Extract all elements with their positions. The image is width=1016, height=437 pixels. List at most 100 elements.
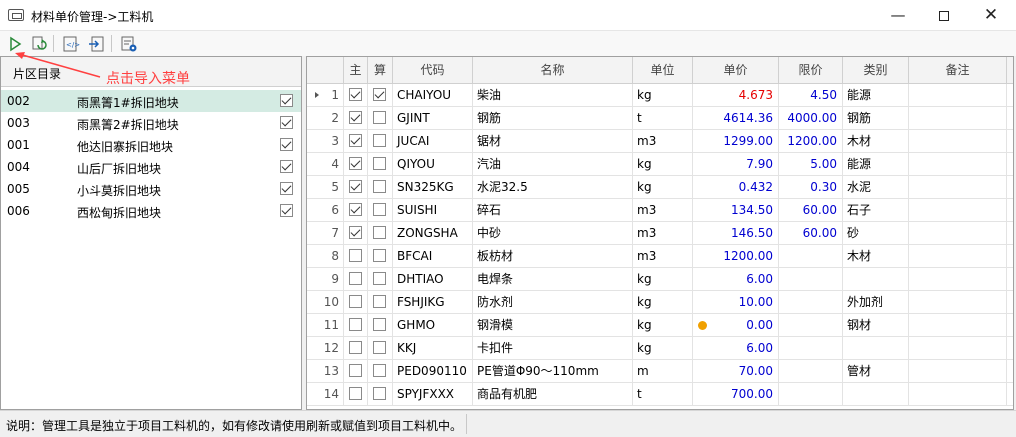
import-icon: </> (63, 36, 80, 52)
main-checkbox-cell[interactable] (344, 84, 368, 107)
main-checkbox-cell[interactable] (344, 245, 368, 268)
table-row[interactable]: 5 SN325KG 水泥32.5 kg 0.432 0.30 水泥 (307, 176, 1013, 199)
calc-checkbox-cell[interactable] (368, 199, 393, 222)
area-checkbox[interactable] (280, 182, 293, 195)
area-checkbox[interactable] (280, 138, 293, 151)
area-list-item[interactable]: 003 雨黑箐2#拆旧地块 (1, 112, 301, 134)
minimize-button[interactable]: — (875, 0, 921, 31)
area-list-item[interactable]: 004 山后厂拆旧地块 (1, 156, 301, 178)
status-separator (466, 414, 467, 434)
table-row[interactable]: 3 JUCAI 锯材 m3 1299.00 1200.00 木材 (307, 130, 1013, 153)
table-row[interactable]: 9 DHTIAO 电焊条 kg 6.00 (307, 268, 1013, 291)
calc-checkbox-cell[interactable] (368, 337, 393, 360)
category-cell: 石子 (843, 199, 909, 222)
main-checkbox-cell[interactable] (344, 153, 368, 176)
area-name: 山后厂拆旧地块 (77, 162, 162, 176)
run-button[interactable] (5, 34, 25, 54)
area-checkbox[interactable] (280, 160, 293, 173)
area-checkbox[interactable] (280, 94, 293, 107)
main-checkbox-cell[interactable] (344, 291, 368, 314)
area-checkbox[interactable] (280, 116, 293, 129)
svg-text:</>: </> (66, 41, 80, 49)
calc-checkbox-cell[interactable] (368, 130, 393, 153)
main-column-header[interactable]: 主 (344, 57, 368, 84)
calc-checkbox-cell[interactable] (368, 222, 393, 245)
import-button[interactable]: </> (61, 34, 81, 54)
table-row[interactable]: 10 FSHJIKG 防水剂 kg 10.00 外加剂 (307, 291, 1013, 314)
area-list-item[interactable]: 002 雨黑箐1#拆旧地块 (1, 90, 301, 112)
area-code: 002 (7, 94, 30, 108)
table-row[interactable]: 11 GHMO 钢滑模 kg 0.00 钢材 (307, 314, 1013, 337)
name-column-header[interactable]: 名称 (473, 57, 633, 84)
calc-checkbox-cell[interactable] (368, 314, 393, 337)
checkbox-icon (349, 203, 362, 216)
table-row[interactable]: 7 ZONGSHA 中砂 m3 146.50 60.00 砂 (307, 222, 1013, 245)
price-column-header[interactable]: 单价 (693, 57, 779, 84)
unit-cell: kg (633, 176, 693, 199)
area-checkbox[interactable] (280, 204, 293, 217)
price-cell: 6.00 (693, 337, 779, 360)
unit-cell: m (633, 360, 693, 383)
table-row[interactable]: 14 SPYJFXXX 商品有机肥 t 700.00 (307, 383, 1013, 406)
material-price-grid: 主算代码 名称 单位 单价 限价 类别 备注 1 CHAIYOU 柴油 kg 4.673 4.50 能源… (306, 56, 1014, 410)
table-row[interactable]: 12 KKJ 卡扣件 kg 6.00 (307, 337, 1013, 360)
unit-column-header[interactable]: 单位 (633, 57, 693, 84)
name-cell: 水泥32.5 (473, 176, 633, 199)
unit-cell: kg (633, 314, 693, 337)
maximize-button[interactable] (921, 0, 967, 31)
checkbox-icon (373, 88, 386, 101)
calc-checkbox-cell[interactable] (368, 84, 393, 107)
area-list-item[interactable]: 005 小斗莫拆旧地块 (1, 178, 301, 200)
calc-checkbox-cell[interactable] (368, 360, 393, 383)
limit-column-header[interactable]: 限价 (779, 57, 843, 84)
main-checkbox-cell[interactable] (344, 107, 368, 130)
settings-button[interactable] (119, 34, 139, 54)
row-number-cell: 8 (307, 245, 344, 268)
main-checkbox-cell[interactable] (344, 199, 368, 222)
code-column-header[interactable]: 代码 (393, 57, 473, 84)
calc-checkbox-cell[interactable] (368, 383, 393, 406)
main-checkbox-cell[interactable] (344, 130, 368, 153)
limit-cell (779, 245, 843, 268)
area-directory-title: 片区目录 (13, 67, 62, 81)
close-button[interactable]: ✕ (968, 0, 1014, 31)
main-checkbox-cell[interactable] (344, 337, 368, 360)
table-row[interactable]: 6 SUISHI 碎石 m3 134.50 60.00 石子 (307, 199, 1013, 222)
calc-checkbox-cell[interactable] (368, 268, 393, 291)
note-column-header[interactable]: 备注 (909, 57, 1007, 84)
main-checkbox-cell[interactable] (344, 268, 368, 291)
category-cell: 木材 (843, 130, 909, 153)
main-checkbox-cell[interactable] (344, 176, 368, 199)
table-row[interactable]: 8 BFCAI 板枋材 m3 1200.00 木材 (307, 245, 1013, 268)
calc-checkbox-cell[interactable] (368, 153, 393, 176)
calc-checkbox-cell[interactable] (368, 291, 393, 314)
calc-column-header[interactable]: 算 (368, 57, 393, 84)
table-row[interactable]: 2 GJINT 钢筋 t 4614.36 4000.00 钢筋 (307, 107, 1013, 130)
area-list-item[interactable]: 006 西松甸拆旧地块 (1, 200, 301, 222)
category-cell: 钢材 (843, 314, 909, 337)
main-checkbox-cell[interactable] (344, 314, 368, 337)
refresh-button[interactable] (29, 34, 49, 54)
main-checkbox-cell[interactable] (344, 222, 368, 245)
export-button[interactable] (87, 34, 107, 54)
calc-checkbox-cell[interactable] (368, 107, 393, 130)
table-row[interactable]: 4 QIYOU 汽油 kg 7.90 5.00 能源 (307, 153, 1013, 176)
calc-checkbox-cell[interactable] (368, 245, 393, 268)
row-number-header[interactable] (307, 57, 344, 84)
checkbox-icon (349, 157, 362, 170)
category-column-header[interactable]: 类别 (843, 57, 909, 84)
area-list-item[interactable]: 001 他达旧寨拆旧地块 (1, 134, 301, 156)
table-row[interactable]: 1 CHAIYOU 柴油 kg 4.673 4.50 能源 (307, 84, 1013, 107)
checkbox-icon (280, 138, 293, 151)
main-checkbox-cell[interactable] (344, 383, 368, 406)
row-number-cell: 12 (307, 337, 344, 360)
price-cell: 6.00 (693, 268, 779, 291)
checkbox-icon (373, 341, 386, 354)
grid-header: 主算代码 名称 单位 单价 限价 类别 备注 (307, 57, 1013, 84)
main-checkbox-cell[interactable] (344, 360, 368, 383)
calc-checkbox-cell[interactable] (368, 176, 393, 199)
table-row[interactable]: 13 PED090110 PE管道Φ90～110mm m 70.00 管材 (307, 360, 1013, 383)
price-cell: 70.00 (693, 360, 779, 383)
area-name: 他达旧寨拆旧地块 (77, 140, 174, 154)
status-text: 说明：管理工具是独立于项目工料机的，如有修改请使用刷新或赋值到项目工料机中。 (6, 419, 463, 433)
